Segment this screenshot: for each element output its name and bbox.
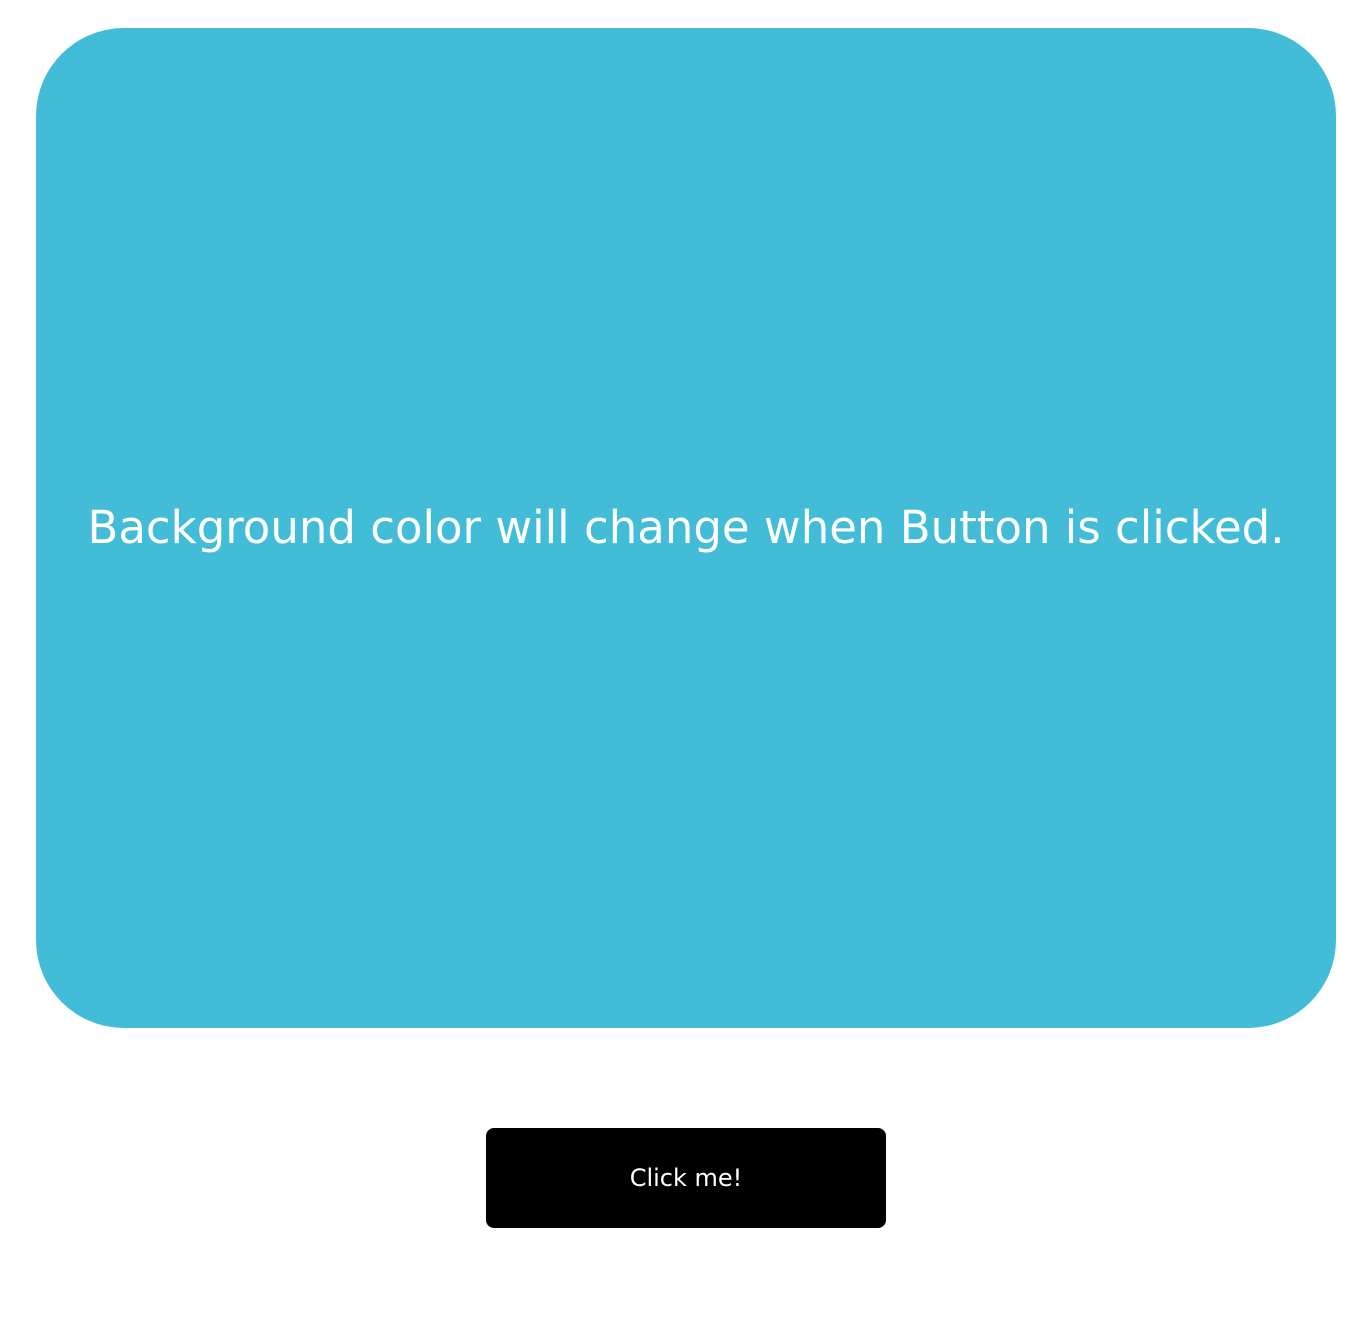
- color-change-panel: Background color will change when Button…: [36, 28, 1336, 1028]
- click-me-button[interactable]: Click me!: [486, 1128, 886, 1228]
- panel-message: Background color will change when Button…: [87, 501, 1285, 555]
